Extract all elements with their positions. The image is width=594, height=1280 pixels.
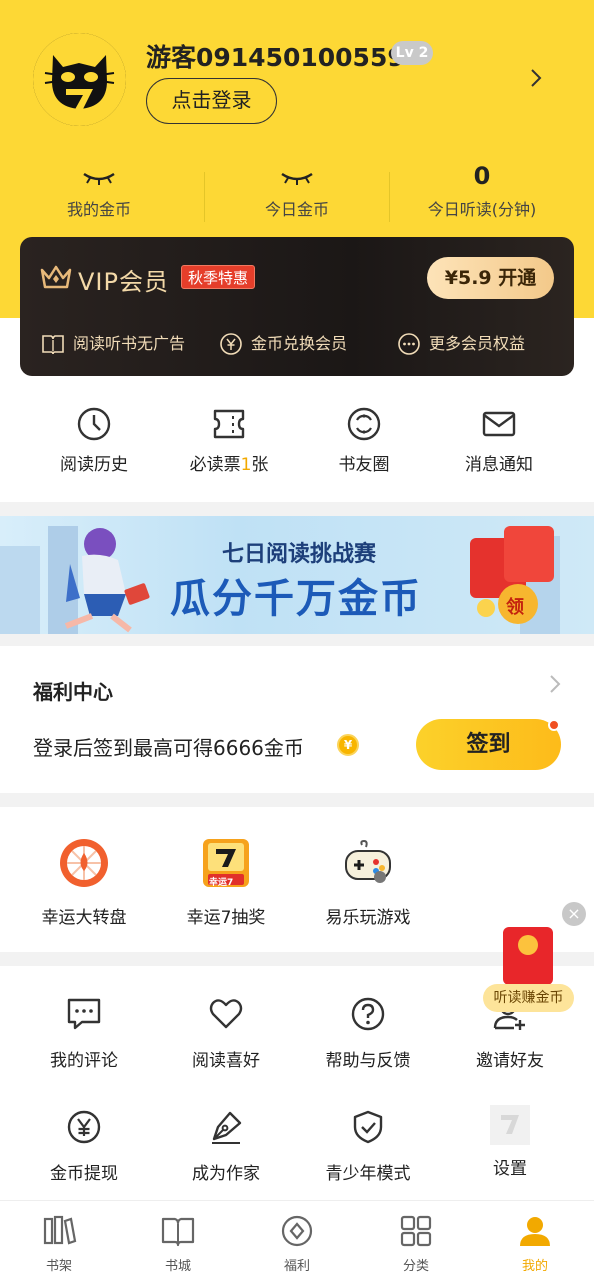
gamepad-icon (345, 839, 391, 883)
tool-settings[interactable]: 设置 (436, 1104, 584, 1179)
game-lucky-wheel[interactable]: 幸运大转盘 (10, 837, 158, 928)
tool-my-comments[interactable]: 我的评论 (10, 996, 158, 1071)
lucky7-icon-text: 幸运7 (209, 878, 234, 888)
nav-category[interactable]: 分类 (357, 1215, 475, 1274)
ticket-icon (213, 409, 245, 439)
quick-action-label: 书友圈 (338, 455, 390, 475)
tool-label: 阅读喜好 (192, 1051, 260, 1071)
stat-value: 0 (473, 162, 491, 190)
listen-earn-label[interactable]: 听读赚金币 (483, 984, 574, 1012)
vip-feature-label: 更多会员权益 (429, 334, 526, 353)
tool-label: 帮助与反馈 (325, 1051, 411, 1071)
ticket-label: 必读票 (189, 455, 241, 475)
yen-coin-icon (220, 333, 242, 355)
sign-in-button[interactable]: 签到 (416, 719, 561, 770)
chevron-right-icon[interactable] (548, 674, 562, 694)
vip-feature-label: 金币兑换会员 (251, 334, 348, 353)
quick-action-label: 阅读历史 (60, 455, 128, 475)
level-badge: Lv 2 (391, 41, 433, 65)
game-yile[interactable]: 易乐玩游戏 (294, 837, 442, 928)
ticket-unit: 张 (251, 455, 269, 475)
bottom-nav: 书架 书城 福利 分类 我的 (0, 1200, 594, 1280)
close-icon[interactable]: × (562, 902, 586, 926)
bookshelf-icon (43, 1215, 77, 1245)
vip-open-button[interactable]: ¥5.9 开通 (427, 257, 554, 299)
game-label: 幸运大转盘 (41, 908, 127, 928)
tool-become-writer[interactable]: 成为作家 (152, 1109, 300, 1184)
settings-icon (490, 1105, 530, 1145)
heart-icon (209, 999, 243, 1029)
banner-badge: 领 (506, 597, 524, 618)
nav-welfare[interactable]: 福利 (238, 1215, 356, 1274)
help-icon (351, 997, 385, 1031)
shield-icon (353, 1110, 383, 1144)
diamond-icon (281, 1215, 313, 1247)
stat-label: 今日金币 (264, 200, 329, 219)
quick-action-book-circle[interactable]: 书友圈 (290, 406, 438, 475)
quick-action-label: 消息通知 (465, 455, 533, 475)
avatar[interactable] (33, 33, 126, 126)
welfare-description: 登录后签到最高可得6666金币 (33, 736, 304, 760)
tool-label: 设置 (493, 1159, 527, 1179)
welfare-title: 福利中心 (33, 680, 113, 704)
book-icon (161, 1217, 195, 1247)
quick-action-history[interactable]: 阅读历史 (20, 406, 168, 475)
book-icon (42, 335, 64, 355)
nav-bookshelf[interactable]: 书架 (0, 1215, 118, 1274)
red-packet-icon[interactable] (503, 927, 553, 985)
login-button[interactable]: 点击登录 (146, 78, 277, 124)
nav-label: 福利 (283, 1259, 310, 1274)
cat-logo-icon (33, 33, 126, 126)
vip-feature-label: 阅读听书无广告 (73, 334, 186, 353)
user-icon (520, 1217, 550, 1246)
nav-bookstore[interactable]: 书城 (119, 1215, 237, 1274)
nav-label: 我的 (521, 1259, 548, 1274)
username: 游客091450100559 (146, 43, 405, 72)
game-lucky-seven[interactable]: 幸运7 幸运7抽奖 (152, 837, 300, 928)
tool-label: 青少年模式 (325, 1164, 411, 1184)
eye-closed-icon (83, 172, 115, 185)
tool-label: 金币提现 (50, 1164, 118, 1184)
clock-icon (77, 407, 111, 441)
nav-label: 书城 (164, 1259, 191, 1274)
stat-my-coins[interactable]: 我的金币 (0, 158, 198, 220)
comment-icon (67, 998, 101, 1030)
tool-teen-mode[interactable]: 青少年模式 (294, 1109, 442, 1184)
quick-action-messages[interactable]: 消息通知 (425, 406, 573, 475)
chevron-right-icon[interactable] (528, 68, 544, 88)
stat-listen-minutes[interactable]: 0 今日听读(分钟) (384, 158, 580, 220)
tool-label: 我的评论 (50, 1051, 118, 1071)
nav-label: 书架 (45, 1259, 72, 1274)
stat-label: 今日听读(分钟) (427, 200, 537, 219)
more-dots-icon (398, 333, 420, 355)
yen-icon (67, 1110, 101, 1144)
nav-mine[interactable]: 我的 (476, 1215, 594, 1274)
wheel-icon (60, 839, 108, 887)
stat-label: 我的金币 (66, 200, 131, 219)
nav-label: 分类 (402, 1259, 429, 1274)
tool-help-feedback[interactable]: 帮助与反馈 (294, 996, 442, 1071)
eye-closed-icon (281, 172, 313, 185)
vip-promo-tag: 秋季特惠 (181, 265, 256, 289)
banner-subtitle: 七日阅读挑战赛 (222, 542, 377, 567)
mail-icon (482, 411, 516, 437)
game-label: 幸运7抽奖 (186, 908, 266, 928)
tool-reading-preference[interactable]: 阅读喜好 (152, 996, 300, 1071)
coin-icon: ¥ (337, 734, 359, 756)
tool-coin-withdraw[interactable]: 金币提现 (10, 1109, 158, 1184)
quick-action-ticket[interactable]: 必读票1张 (155, 406, 303, 475)
grid-icon (400, 1215, 432, 1247)
crown-icon (40, 265, 72, 289)
stat-today-coins[interactable]: 今日金币 (198, 158, 396, 220)
tool-label: 成为作家 (192, 1164, 260, 1184)
banner-title: 瓜分千万金币 (170, 576, 422, 622)
game-label: 易乐玩游戏 (325, 908, 411, 928)
circle-icon (347, 407, 381, 441)
tool-label: 邀请好友 (476, 1051, 544, 1071)
ticket-count: 1 (240, 455, 252, 475)
vip-title: VIP会员 (78, 268, 169, 296)
notification-dot (548, 719, 560, 731)
pen-icon (212, 1111, 242, 1144)
